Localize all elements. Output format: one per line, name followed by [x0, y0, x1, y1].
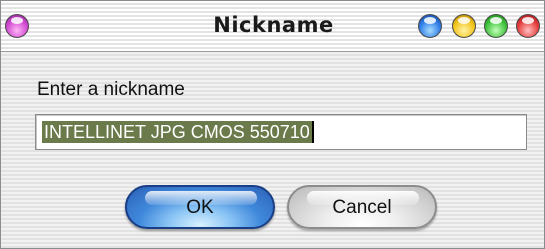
ok-button[interactable]: OK — [125, 185, 275, 229]
nickname-dialog: Nickname Enter a nickname INTELLINET JPG… — [0, 0, 545, 249]
green-orb-icon[interactable] — [484, 14, 508, 38]
cancel-button-label: Cancel — [332, 197, 392, 218]
nickname-prompt-label: Enter a nickname — [37, 79, 185, 100]
nickname-input-value: INTELLINET JPG CMOS 550710 — [42, 121, 314, 143]
red-orb-icon[interactable] — [516, 14, 540, 38]
cancel-button[interactable]: Cancel — [287, 185, 437, 229]
yellow-orb-icon[interactable] — [452, 14, 476, 38]
dialog-body: Enter a nickname INTELLINET JPG CMOS 550… — [1, 52, 544, 248]
blue-orb-icon[interactable] — [418, 14, 442, 38]
ok-button-label: OK — [186, 197, 214, 218]
nickname-input[interactable]: INTELLINET JPG CMOS 550710 — [35, 114, 527, 150]
title-bar[interactable]: Nickname — [1, 1, 544, 52]
